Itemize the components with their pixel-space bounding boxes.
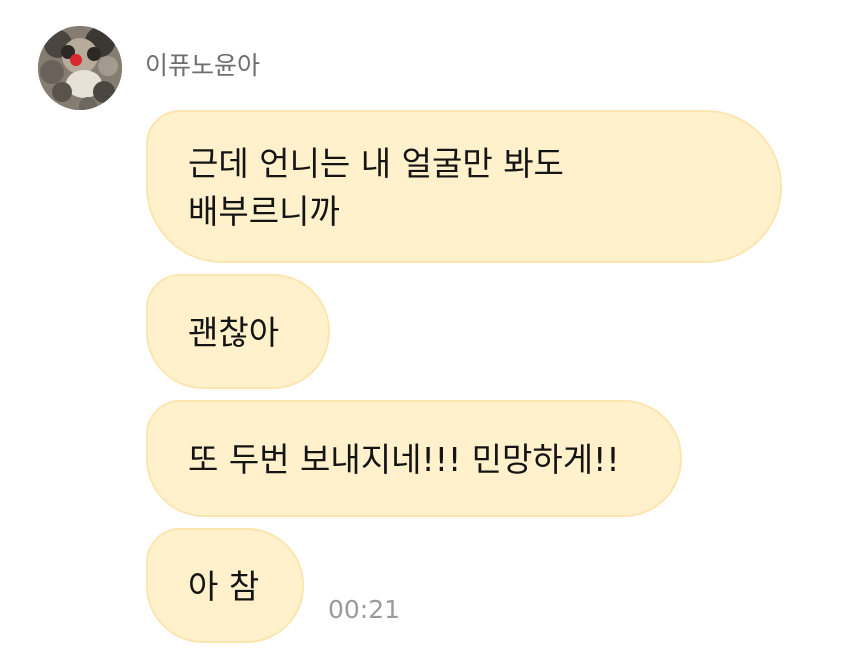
message-bubble[interactable]: 또 두번 보내지네!!! 민망하게!!	[146, 400, 682, 517]
avatar[interactable]	[38, 26, 122, 110]
message-bubble[interactable]: 아 참	[146, 528, 304, 643]
message-bubble[interactable]: 괜찮아	[146, 274, 330, 389]
message-timestamp: 00:21	[328, 595, 401, 624]
profile-photo-icon	[38, 26, 122, 110]
sender-name: 이퓨노윤아	[145, 51, 261, 80]
message-bubble[interactable]: 근데 언니는 내 얼굴만 봐도 배부르니까	[146, 110, 782, 263]
